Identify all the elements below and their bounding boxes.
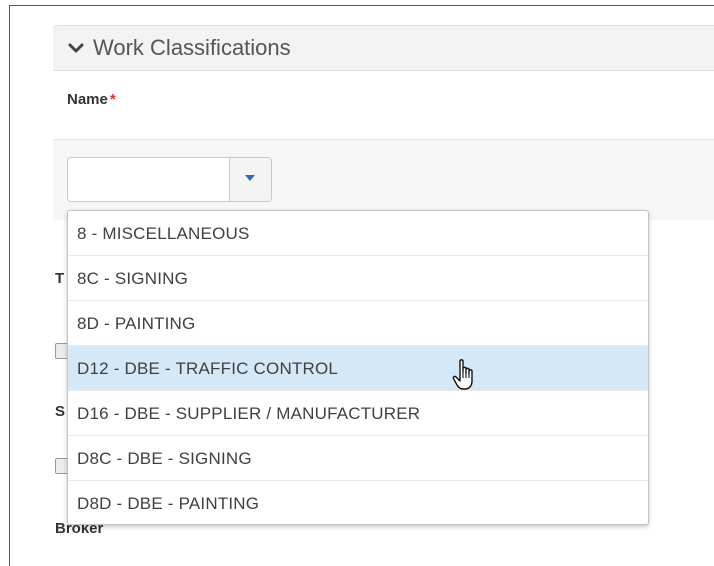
- dropdown-option[interactable]: D8D - DBE - PAINTING: [68, 481, 648, 524]
- dropdown-option[interactable]: D8C - DBE - SIGNING: [68, 436, 648, 481]
- dropdown-option-hovered[interactable]: D12 - DBE - TRAFFIC CONTROL: [68, 346, 648, 391]
- name-label-text: Name: [67, 91, 108, 108]
- hidden-label-fragment-1: T: [55, 270, 65, 287]
- combobox-dropdown-button[interactable]: [229, 158, 271, 201]
- chevron-down-icon[interactable]: [68, 40, 84, 56]
- dropdown-option[interactable]: 8C - SIGNING: [68, 256, 648, 301]
- caret-down-icon: [245, 175, 255, 181]
- required-marker: *: [109, 91, 116, 108]
- hidden-label-fragment-2: S: [55, 403, 66, 420]
- name-field-label: Name *: [67, 91, 116, 108]
- dropdown-option[interactable]: 8D - PAINTING: [68, 301, 648, 346]
- section-title: Work Classifications: [93, 35, 291, 60]
- work-classification-dropdown-list[interactable]: 8 - MISCELLANEOUS 8C - SIGNING 8D - PAIN…: [67, 210, 649, 525]
- dropdown-option[interactable]: 8 - MISCELLANEOUS: [68, 211, 648, 256]
- work-classifications-header[interactable]: Work Classifications: [53, 25, 714, 71]
- name-combobox[interactable]: [67, 157, 272, 202]
- name-combobox-input[interactable]: [68, 158, 231, 201]
- dropdown-option[interactable]: D16 - DBE - SUPPLIER / MANUFACTURER: [68, 391, 648, 436]
